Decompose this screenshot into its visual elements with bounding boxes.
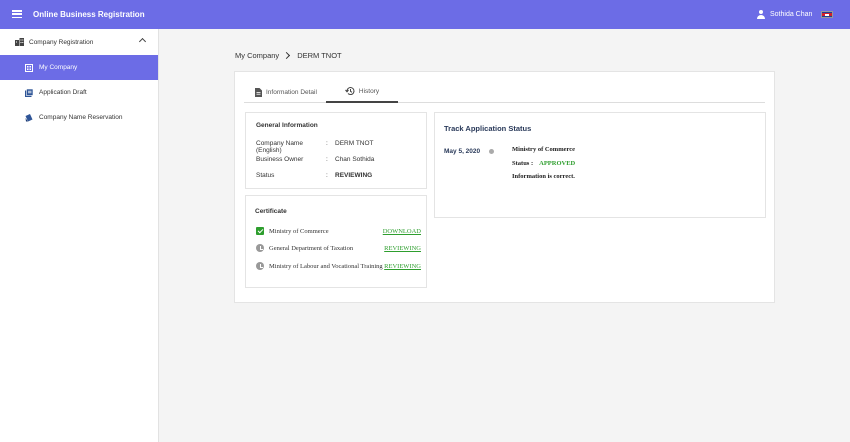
cambodia-flag-icon[interactable] [821,11,833,18]
chevron-up-icon[interactable] [138,37,147,46]
hamburger-menu-icon[interactable] [12,10,22,19]
panel-title: Certificate [255,208,287,215]
status-value: REVIEWING [335,172,373,179]
download-link[interactable]: DOWNLOAD [383,228,421,235]
approved-badge: APPROVED [539,160,576,167]
info-label: Business Owner [256,156,304,163]
sidebar-item-label: Application Draft [39,89,87,96]
check-icon [256,227,264,235]
info-row-status: Status : REVIEWING [256,172,372,179]
general-information-panel: General Information Company Name (Englis… [245,112,427,189]
info-row-business-owner: Business Owner : Chan Sothida [256,156,374,163]
breadcrumb: My Company DERM TNOT [235,51,342,60]
user-menu[interactable]: Sothida Chan [756,10,812,19]
clock-icon [256,244,264,252]
company-card-icon [25,63,33,72]
sidebar-section-company-registration[interactable]: Company Registration [0,29,158,55]
tab-history[interactable]: History [326,81,398,103]
history-icon [344,87,355,96]
clock-icon [256,262,264,270]
sidebar-item-company-name-reservation[interactable]: Company Name Reservation [0,105,158,130]
info-label: Company Name (English) [256,140,303,154]
top-app-bar: Online Business Registration Sothida Cha… [0,0,850,29]
sidebar-section-label: Company Registration [29,38,94,46]
drafts-icon [25,88,33,97]
certificate-name: General Department of Taxation [269,244,354,252]
sidebar: Company Registration My Company Applicat… [0,29,159,442]
timeline-status: Status : APPROVED [512,160,575,167]
timeline-ministry: Ministry of Commerce [512,146,576,153]
sidebar-item-label: My Company [39,64,78,71]
info-colon: : [326,156,328,163]
certificate-row: Ministry of Commerce DOWNLOAD [256,227,421,235]
reviewing-link[interactable]: REVIEWING [384,263,421,270]
timeline-note: Information is correct. [512,173,575,180]
bookmark-stack-icon [25,113,33,121]
certificate-panel: Certificate Ministry of Commerce DOWNLOA… [245,195,427,288]
info-value: DERM TNOT [335,140,374,147]
certificate-name: Ministry of Commerce [269,227,329,235]
info-value: Chan Sothida [335,156,375,163]
timeline-dot-icon [489,149,494,154]
panel-title: Track Application Status [444,124,532,133]
track-status-panel: Track Application Status May 5, 2020 Min… [434,112,766,218]
tab-bar: Information Detail History [244,81,765,103]
timeline-date: May 5, 2020 [444,148,481,155]
tab-label: History [358,87,380,95]
reviewing-link[interactable]: REVIEWING [384,245,421,252]
tab-information-detail[interactable]: Information Detail [255,81,329,103]
info-label: Status [256,172,275,179]
sidebar-item-my-company[interactable]: My Company [0,55,158,80]
certificate-row: General Department of Taxation REVIEWING [256,244,421,252]
sidebar-item-label: Company Name Reservation [39,114,123,121]
user-name: Sothida Chan [770,11,813,18]
buildings-icon [15,38,24,46]
breadcrumb-current: DERM TNOT [297,51,342,60]
certificate-row: Ministry of Labour and Vocational Traini… [256,262,421,270]
app-title: Online Business Registration [33,10,145,19]
user-icon [756,10,765,19]
info-row-company-name: Company Name (English) : DERM TNOT [256,140,374,154]
document-icon [255,87,262,97]
certificate-name: Ministry of Labour and Vocational Traini… [269,262,383,270]
tab-label: Information Detail [266,88,317,96]
company-detail-card: Information Detail History General Infor… [234,71,775,303]
sidebar-item-application-draft[interactable]: Application Draft [0,80,158,105]
info-colon: : [326,140,328,147]
chevron-right-icon [283,51,291,60]
info-colon: : [326,172,328,179]
breadcrumb-parent[interactable]: My Company [235,51,279,60]
status-label: Status : [512,160,534,167]
panel-title: General Information [256,122,318,129]
